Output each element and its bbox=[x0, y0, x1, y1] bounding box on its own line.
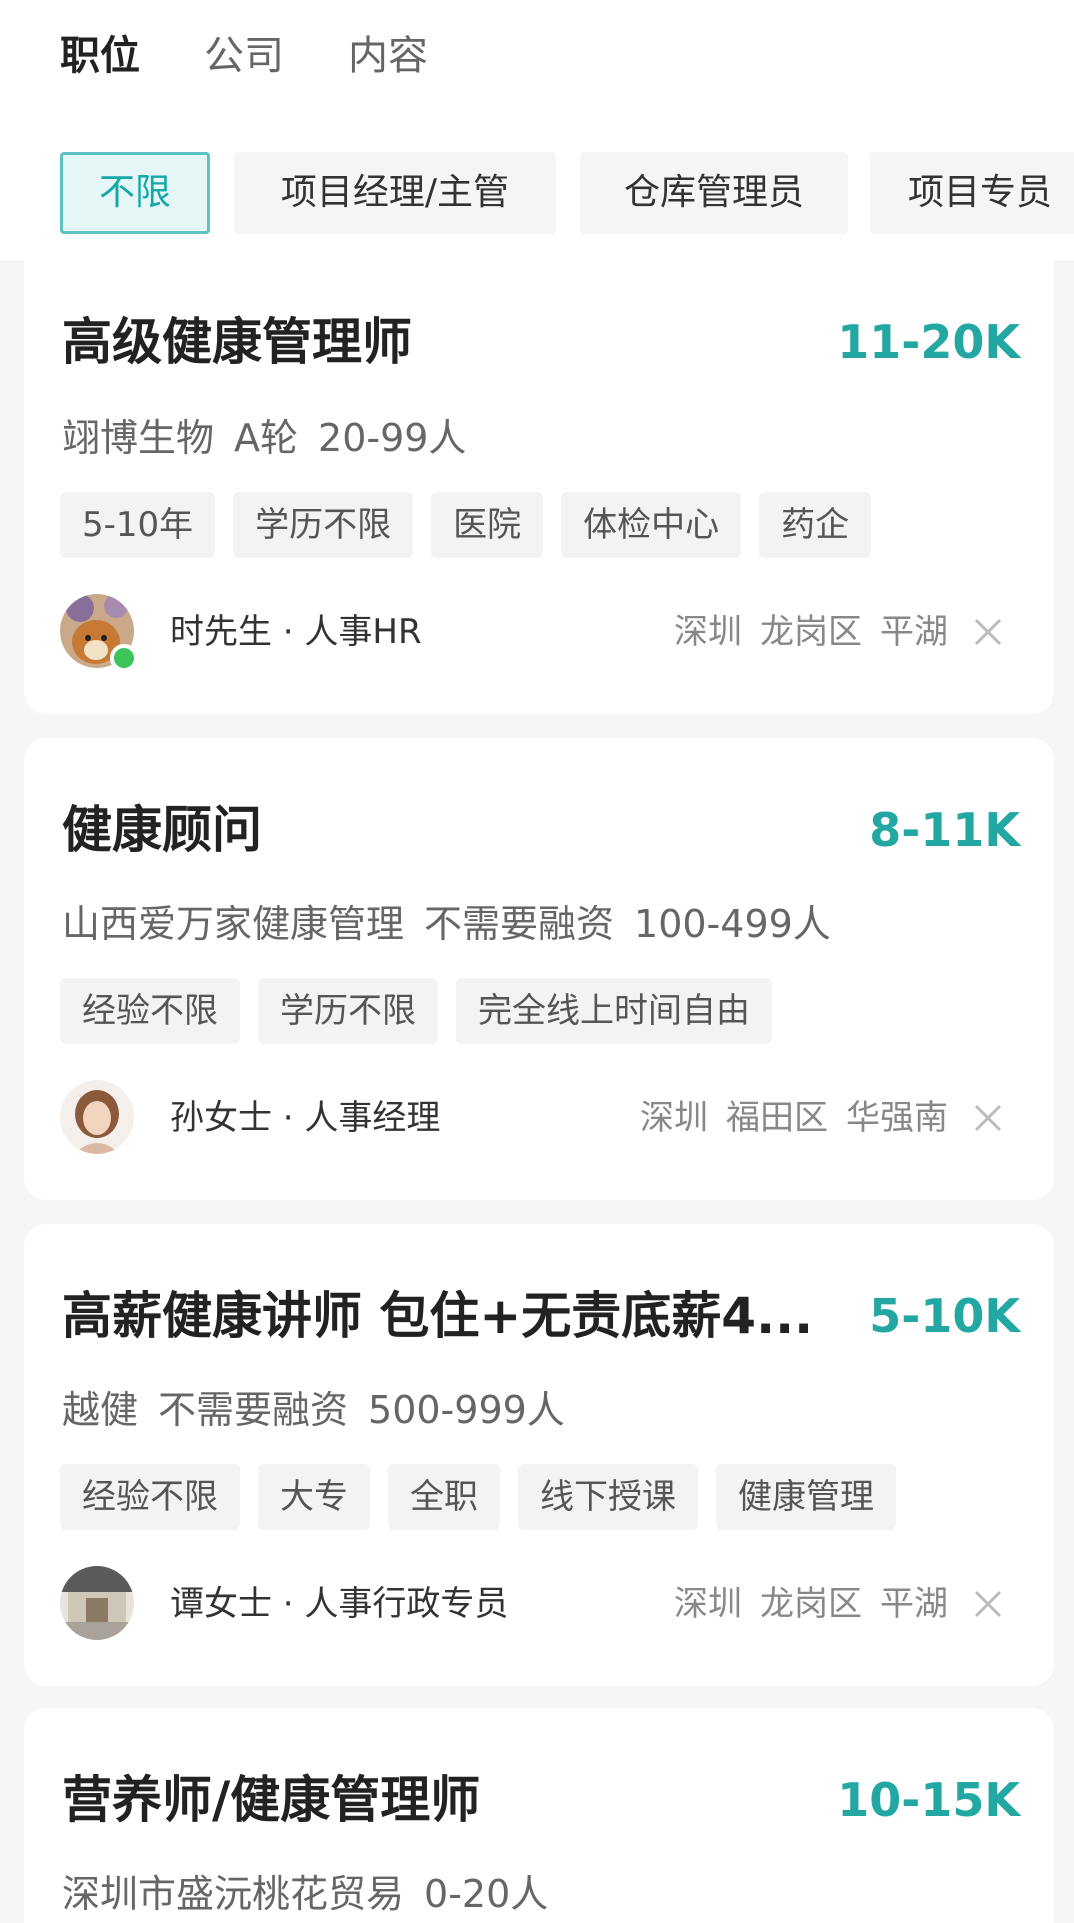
funding-stage: 不需要融资 bbox=[424, 902, 615, 946]
location-city: 深圳 bbox=[640, 1098, 708, 1138]
tab-companies[interactable]: 公司 bbox=[204, 30, 284, 82]
close-icon[interactable] bbox=[970, 1100, 1006, 1136]
location-city: 深圳 bbox=[674, 612, 742, 652]
job-tag: 大专 bbox=[258, 1464, 370, 1530]
company-size: 500-999人 bbox=[368, 1388, 565, 1432]
company-size: 0-20人 bbox=[424, 1872, 549, 1916]
location-area: 平湖 bbox=[880, 1584, 948, 1624]
funding-stage: A轮 bbox=[234, 416, 299, 460]
position-filter-bar: 不限 项目经理/主管 仓库管理员 项目专员 bbox=[0, 124, 1074, 262]
job-tag: 5-10年 bbox=[60, 492, 216, 558]
avatar bbox=[60, 594, 138, 672]
job-tag: 经验不限 bbox=[60, 978, 240, 1044]
job-tag: 体检中心 bbox=[561, 492, 742, 558]
filter-chip-warehouse-manager[interactable]: 仓库管理员 bbox=[580, 152, 848, 234]
location-district: 龙岗区 bbox=[760, 1584, 862, 1624]
job-tag: 全职 bbox=[388, 1464, 500, 1530]
job-list-page: 职位 公司 内容 不限 项目经理/主管 仓库管理员 项目专员 高级健康管理师 1… bbox=[0, 0, 1074, 1923]
salary: 10-15K bbox=[837, 1773, 1020, 1827]
job-title: 健康顾问 bbox=[62, 801, 262, 859]
location-area: 华强南 bbox=[846, 1098, 948, 1138]
recruiter-name: 时先生 · 人事HR bbox=[170, 612, 422, 652]
location-area: 平湖 bbox=[880, 612, 948, 652]
job-tags: 经验不限 学历不限 完全线上时间自由 bbox=[60, 978, 790, 1044]
location-city: 深圳 bbox=[674, 1584, 742, 1624]
company-info: 深圳市盛沅桃花贸易 0-20人 bbox=[62, 1868, 568, 1920]
salary: 8-11K bbox=[869, 803, 1020, 857]
company-name: 深圳市盛沅桃花贸易 bbox=[62, 1872, 405, 1916]
search-category-tabs: 职位 公司 内容 bbox=[0, 0, 1074, 124]
company-size: 100-499人 bbox=[634, 902, 831, 946]
tab-jobs[interactable]: 职位 bbox=[60, 30, 140, 82]
company-name: 越健 bbox=[62, 1388, 139, 1432]
company-info: 山西爱万家健康管理 不需要融资 100-499人 bbox=[62, 898, 851, 950]
filter-chip-project-manager[interactable]: 项目经理/主管 bbox=[234, 152, 556, 234]
job-tag: 学历不限 bbox=[258, 978, 438, 1044]
job-card[interactable]: 营养师/健康管理师 10-15K 深圳市盛沅桃花贸易 0-20人 bbox=[24, 1708, 1054, 1923]
job-tag: 药企 bbox=[759, 492, 872, 558]
job-location: 深圳 龙岗区 平湖 bbox=[656, 604, 948, 660]
online-status-dot bbox=[110, 644, 138, 672]
job-tag: 学历不限 bbox=[233, 492, 414, 558]
avatar bbox=[60, 1566, 134, 1640]
recruiter-row: 时先生 · 人事HR 深圳 龙岗区 平湖 bbox=[60, 594, 1020, 672]
company-info: 越健 不需要融资 500-999人 bbox=[62, 1384, 585, 1436]
filter-chip-project-specialist[interactable]: 项目专员 bbox=[870, 152, 1074, 234]
job-card[interactable]: 高级健康管理师 11-20K 翊博生物 A轮 20-99人 5-10年 学历不限 医院体… bbox=[24, 246, 1054, 714]
close-icon[interactable] bbox=[970, 614, 1006, 650]
job-tag: 经验不限 bbox=[60, 1464, 240, 1530]
tab-content[interactable]: 内容 bbox=[348, 30, 428, 82]
funding-stage: 不需要融资 bbox=[158, 1388, 349, 1432]
avatar bbox=[60, 1080, 134, 1154]
recruiter-row: 孙女士 · 人事经理 深圳 福田区 华强南 bbox=[60, 1080, 1020, 1158]
job-location: 深圳 福田区 华强南 bbox=[622, 1090, 948, 1146]
job-tag: 线下授课 bbox=[518, 1464, 698, 1530]
salary: 5-10K bbox=[869, 1289, 1020, 1343]
company-size: 20-99人 bbox=[318, 416, 467, 460]
job-tag: 完全线上时间自由 bbox=[456, 978, 772, 1044]
close-icon[interactable] bbox=[970, 1586, 1006, 1622]
location-district: 福田区 bbox=[726, 1098, 828, 1138]
job-card[interactable]: 高薪健康讲师 包住+无责底薪4... 5-10K 越健 不需要融资 500-999人… bbox=[24, 1224, 1054, 1686]
job-tags: 5-10年 学历不限 医院 体检中心 药企 bbox=[60, 492, 889, 558]
job-title: 高薪健康讲师 包住+无责底薪4... bbox=[62, 1287, 814, 1345]
recruiter-name: 孙女士 · 人事经理 bbox=[170, 1098, 441, 1138]
job-title: 高级健康管理师 bbox=[62, 313, 412, 371]
job-card[interactable]: 健康顾问 8-11K 山西爱万家健康管理 不需要融资 100-499人 经验不限 学历… bbox=[24, 738, 1054, 1200]
job-location: 深圳 龙岗区 平湖 bbox=[656, 1576, 948, 1632]
job-title: 营养师/健康管理师 bbox=[62, 1771, 481, 1829]
company-name: 山西爱万家健康管理 bbox=[62, 902, 405, 946]
salary: 11-20K bbox=[837, 315, 1020, 369]
recruiter-row: 谭女士 · 人事行政专员 深圳 龙岗区 平湖 bbox=[60, 1566, 1020, 1644]
company-info: 翊博生物 A轮 20-99人 bbox=[62, 412, 486, 464]
company-name: 翊博生物 bbox=[62, 416, 215, 460]
job-tag: 健康管理 bbox=[716, 1464, 896, 1530]
job-tags: 经验不限 大专 全职 线下授课 健康管理 bbox=[60, 1464, 914, 1530]
filter-chip-unlimited[interactable]: 不限 bbox=[60, 152, 210, 234]
location-district: 龙岗区 bbox=[760, 612, 862, 652]
recruiter-name: 谭女士 · 人事行政专员 bbox=[170, 1584, 509, 1624]
job-tag: 医院 bbox=[431, 492, 544, 558]
